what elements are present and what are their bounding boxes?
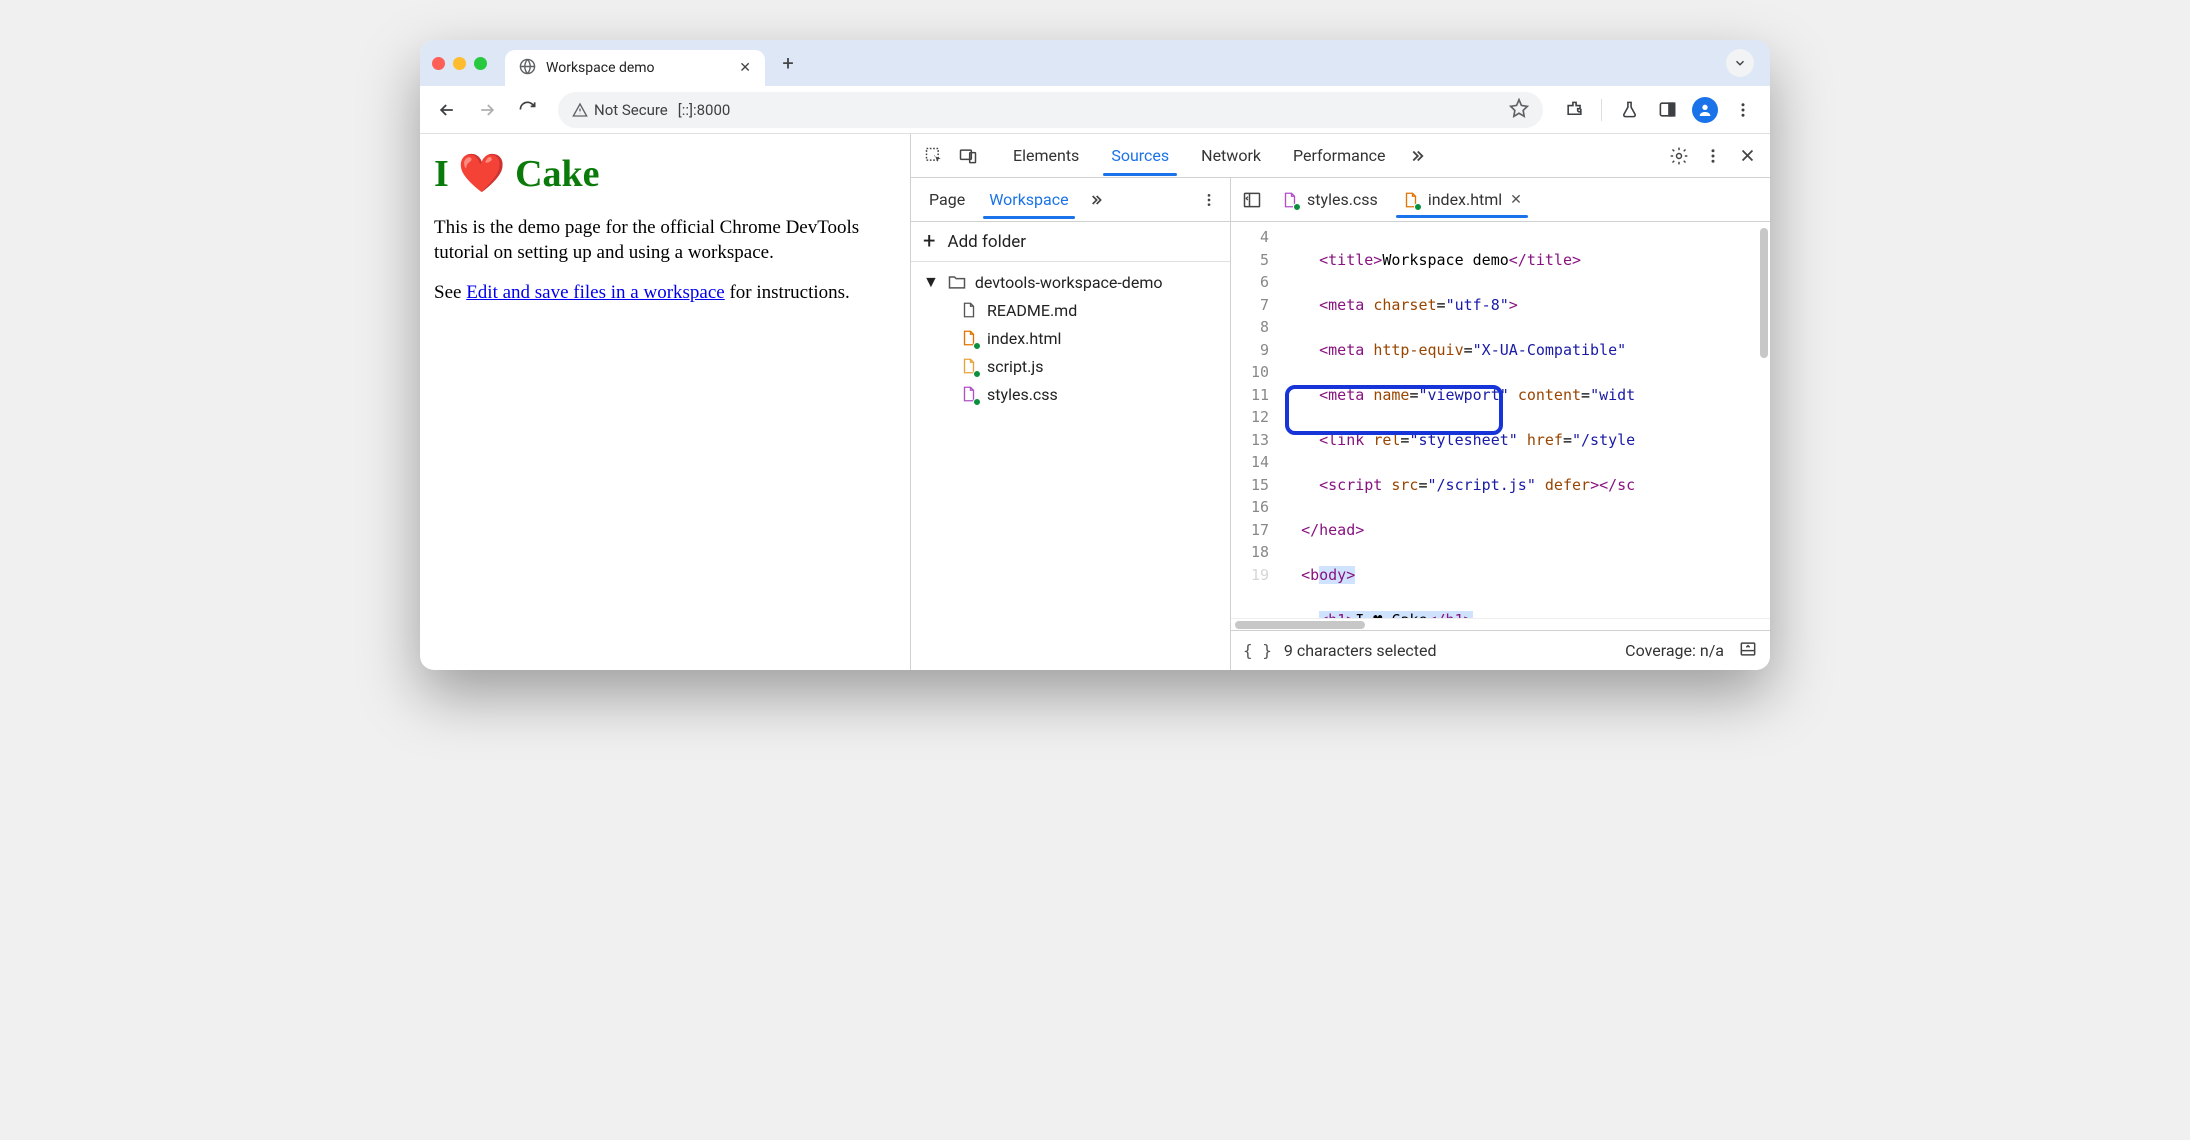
workspace-tutorial-link[interactable]: Edit and save files in a workspace [466, 282, 725, 303]
window-close-button[interactable] [432, 57, 445, 70]
close-devtools-icon[interactable] [1732, 141, 1762, 171]
disclosure-triangle-icon: ▼ [923, 272, 939, 292]
forward-button[interactable] [470, 93, 504, 127]
profile-avatar[interactable] [1688, 93, 1722, 127]
tab-close-icon[interactable]: ✕ [739, 60, 751, 76]
nav-tab-page[interactable]: Page [917, 181, 977, 218]
devtools-panel: Elements Sources Network Performance [910, 134, 1770, 670]
file-label: README.md [987, 301, 1077, 320]
window-maximize-button[interactable] [474, 57, 487, 70]
pretty-print-icon[interactable]: { } [1243, 641, 1272, 660]
file-tree: ▼ devtools-workspace-demo README.md [911, 262, 1230, 414]
devtools-tabs: Elements Sources Network Performance [997, 136, 1432, 175]
nav-menu-icon[interactable] [1194, 185, 1224, 215]
sources-navigator: Page Workspace + Add folder [911, 178, 1231, 670]
browser-tab[interactable]: Workspace demo ✕ [505, 50, 765, 86]
add-folder-button[interactable]: + Add folder [911, 222, 1230, 262]
more-tabs-icon[interactable] [1402, 141, 1432, 171]
url-text: [::]:8000 [678, 101, 731, 119]
editor-tab-label: index.html [1428, 190, 1502, 209]
page-paragraph-1: This is the demo page for the official C… [434, 216, 896, 265]
tab-sources[interactable]: Sources [1095, 136, 1185, 175]
css-file-icon [1281, 191, 1299, 209]
folder-label: devtools-workspace-demo [975, 273, 1163, 292]
window-minimize-button[interactable] [453, 57, 466, 70]
css-file-icon [959, 384, 979, 404]
tab-elements[interactable]: Elements [997, 136, 1095, 175]
devtools-top-bar: Elements Sources Network Performance [911, 134, 1770, 178]
not-secure-badge: Not Secure [572, 101, 668, 119]
editor-tabs: styles.css index.html ✕ [1231, 178, 1770, 222]
traffic-lights [432, 57, 487, 70]
html-file-icon [1402, 191, 1420, 209]
nav-tab-workspace[interactable]: Workspace [977, 181, 1080, 218]
file-row-styles[interactable]: styles.css [915, 380, 1226, 408]
device-toolbar-icon[interactable] [953, 141, 983, 171]
browser-window: Workspace demo ✕ + Not Secure [::]:8000 [420, 40, 1770, 670]
code-lines[interactable]: <title>Workspace demo</title> <meta char… [1277, 222, 1770, 618]
horizontal-scrollbar[interactable] [1231, 618, 1770, 630]
settings-gear-icon[interactable] [1664, 141, 1694, 171]
vertical-scrollbar[interactable] [1760, 228, 1768, 358]
coverage-status: Coverage: n/a [1625, 641, 1724, 660]
globe-icon [519, 58, 536, 79]
bookmark-star-icon[interactable] [1509, 98, 1529, 122]
tab-strip: Workspace demo ✕ + [420, 40, 1770, 86]
file-row-script[interactable]: script.js [915, 352, 1226, 380]
extensions-icon[interactable] [1557, 93, 1591, 127]
editor-tab-label: styles.css [1307, 190, 1378, 209]
show-drawer-icon[interactable] [1738, 639, 1758, 663]
page-heading: I ❤️ Cake [434, 152, 896, 196]
main-content: I ❤️ Cake This is the demo page for the … [420, 134, 1770, 670]
editor-tab-styles[interactable]: styles.css [1271, 182, 1388, 217]
navigator-tabs: Page Workspace [911, 178, 1230, 222]
tab-performance[interactable]: Performance [1277, 136, 1402, 175]
js-file-icon [959, 356, 979, 376]
tab-network[interactable]: Network [1185, 136, 1277, 175]
devtools-menu-icon[interactable] [1698, 141, 1728, 171]
line-gutter: 4 5 6 7 8 9 10 11 12 13 14 15 16 [1231, 222, 1277, 618]
close-tab-icon[interactable]: ✕ [1510, 192, 1522, 208]
editor-tab-index[interactable]: index.html ✕ [1392, 182, 1532, 217]
tab-title: Workspace demo [546, 60, 729, 76]
folder-icon [947, 272, 967, 292]
toggle-navigator-icon[interactable] [1237, 185, 1267, 215]
folder-row[interactable]: ▼ devtools-workspace-demo [915, 268, 1226, 296]
code-area[interactable]: 4 5 6 7 8 9 10 11 12 13 14 15 16 [1231, 222, 1770, 618]
file-label: styles.css [987, 385, 1058, 404]
devtools-body: Page Workspace + Add folder [911, 178, 1770, 670]
back-button[interactable] [430, 93, 464, 127]
new-tab-button[interactable]: + [773, 48, 803, 78]
html-file-icon [959, 328, 979, 348]
chrome-menu-icon[interactable] [1726, 93, 1760, 127]
file-icon [959, 300, 979, 320]
labs-icon[interactable] [1612, 93, 1646, 127]
expand-tabs-button[interactable] [1726, 49, 1754, 77]
editor-footer: { } 9 characters selected Coverage: n/a [1231, 630, 1770, 670]
address-bar[interactable]: Not Secure [::]:8000 [558, 92, 1543, 128]
side-panel-icon[interactable] [1650, 93, 1684, 127]
page-paragraph-2: See Edit and save files in a workspace f… [434, 281, 896, 306]
file-row-readme[interactable]: README.md [915, 296, 1226, 324]
security-label: Not Secure [594, 101, 668, 119]
rendered-page: I ❤️ Cake This is the demo page for the … [420, 134, 910, 670]
inspect-element-icon[interactable] [919, 141, 949, 171]
browser-toolbar: Not Secure [::]:8000 [420, 86, 1770, 134]
toolbar-divider [1601, 99, 1602, 121]
selection-status: 9 characters selected [1284, 641, 1437, 660]
nav-more-tabs-icon[interactable] [1081, 185, 1111, 215]
file-label: script.js [987, 357, 1043, 376]
add-folder-label: Add folder [947, 232, 1026, 252]
file-row-index[interactable]: index.html [915, 324, 1226, 352]
plus-icon: + [923, 231, 935, 253]
file-label: index.html [987, 329, 1061, 348]
code-editor: styles.css index.html ✕ [1231, 178, 1770, 670]
reload-button[interactable] [510, 93, 544, 127]
